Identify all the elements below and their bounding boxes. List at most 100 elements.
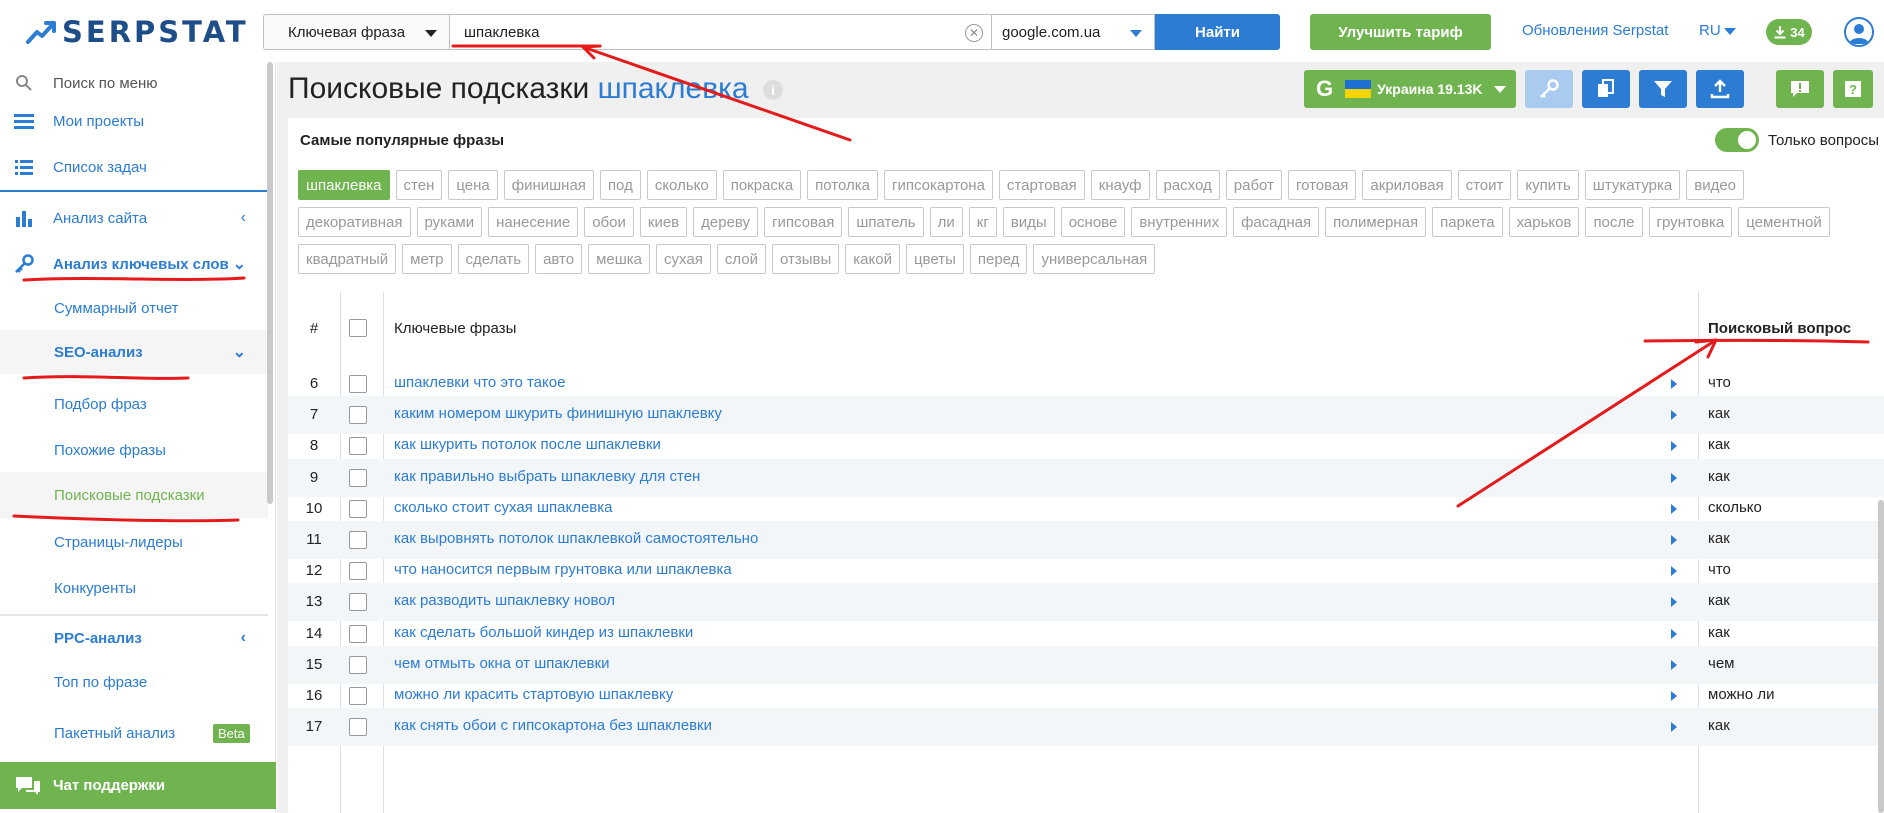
expand-arrow-icon[interactable]	[1671, 441, 1677, 452]
phrase-tag[interactable]: покраска	[722, 170, 802, 200]
row-checkbox[interactable]	[349, 468, 367, 487]
keyword-link[interactable]: как разводить шпаклевку новол	[394, 592, 615, 609]
expand-arrow-icon[interactable]	[1671, 628, 1677, 639]
feedback-button[interactable]	[1776, 70, 1824, 108]
sidebar-item-keyword-analysis[interactable]: Анализ ключевых слов ⌄	[0, 242, 268, 286]
phrase-tag[interactable]: после	[1585, 207, 1643, 237]
phrase-tag[interactable]: авто	[535, 244, 583, 274]
sidebar-item-leader-pages[interactable]: Страницы-лидеры	[54, 534, 183, 551]
phrase-tag[interactable]: сухая	[656, 244, 711, 274]
serpstat-updates-link[interactable]: Обновления Serpstat	[1522, 22, 1668, 39]
region-select-button[interactable]: G Украина 19.13K	[1304, 70, 1516, 108]
keyword-link[interactable]: чем отмыть окна от шпаклевки	[394, 655, 609, 672]
phrase-tag[interactable]: сделать	[457, 244, 530, 274]
phrase-tag[interactable]: расход	[1155, 170, 1220, 200]
phrase-tag[interactable]: работ	[1225, 170, 1282, 200]
sidebar-item-top-by-phrase[interactable]: Топ по фразе	[54, 674, 147, 691]
page-scrollbar[interactable]	[1878, 500, 1884, 813]
info-icon[interactable]: i	[762, 80, 783, 101]
key-button[interactable]	[1525, 70, 1573, 108]
export-button[interactable]	[1696, 70, 1744, 108]
phrase-tag[interactable]: шпаклевка	[298, 170, 390, 200]
row-checkbox[interactable]	[349, 375, 367, 393]
keyword-link[interactable]: сколько стоит сухая шпаклевка	[394, 499, 613, 516]
phrase-tag[interactable]: купить	[1517, 170, 1579, 200]
only-questions-toggle[interactable]	[1715, 128, 1759, 152]
phrase-tag[interactable]: финишная	[503, 170, 594, 200]
search-type-select[interactable]: Ключевая фраза	[263, 14, 450, 50]
phrase-tag[interactable]: гипсовая	[764, 207, 843, 237]
upgrade-plan-button[interactable]: Улучшить тариф	[1310, 14, 1491, 50]
phrase-tag[interactable]: виды	[1002, 207, 1055, 237]
phrase-tag[interactable]: цветы	[905, 244, 964, 274]
row-checkbox[interactable]	[349, 655, 367, 674]
downloads-badge[interactable]: 34	[1766, 19, 1812, 45]
sidebar-item-site-analysis[interactable]: Анализ сайта ‹	[0, 196, 268, 240]
phrase-tag[interactable]: фасадная	[1233, 207, 1320, 237]
help-button[interactable]: ?	[1833, 70, 1873, 108]
sidebar-scrollbar[interactable]	[267, 62, 273, 504]
language-select[interactable]: RU	[1699, 22, 1736, 39]
phrase-tag[interactable]: декоративная	[298, 207, 411, 237]
row-checkbox[interactable]	[349, 406, 367, 425]
phrase-tag[interactable]: перед	[969, 244, 1028, 274]
phrase-tag[interactable]: кг	[968, 207, 997, 237]
sidebar-item-batch-analysis[interactable]: Пакетный анализ Beta	[0, 716, 268, 750]
col-header-num[interactable]: #	[288, 291, 340, 365]
phrase-tag[interactable]: кнауф	[1090, 170, 1150, 200]
phrase-tag[interactable]: обои	[584, 207, 634, 237]
sidebar-item-similar-phrases[interactable]: Похожие фразы	[54, 442, 166, 459]
phrase-tag[interactable]: паркета	[1432, 207, 1503, 237]
sidebar-item-my-projects[interactable]: Мои проекты	[0, 104, 268, 138]
row-checkbox[interactable]	[349, 499, 367, 518]
serpstat-logo[interactable]: SERPSTAT	[26, 15, 252, 49]
phrase-tag[interactable]: отзывы	[771, 244, 840, 274]
keyword-link[interactable]: как снять обои с гипсокартона без шпакле…	[394, 717, 712, 734]
sidebar-item-ppc-analysis[interactable]: PPC-анализ ‹	[0, 616, 268, 660]
expand-arrow-icon[interactable]	[1671, 722, 1677, 733]
sidebar-item-phrase-selection[interactable]: Подбор фраз	[54, 396, 147, 413]
phrase-tag[interactable]: киев	[639, 207, 688, 237]
keyword-link[interactable]: как правильно выбрать шпаклевку для стен	[394, 468, 700, 485]
expand-arrow-icon[interactable]	[1671, 659, 1677, 670]
phrase-tag[interactable]: грунтовка	[1648, 207, 1733, 237]
phrase-tag[interactable]: дереву	[693, 207, 759, 237]
sidebar-item-task-list[interactable]: Список задач	[0, 150, 268, 184]
row-checkbox[interactable]	[349, 437, 367, 456]
user-avatar-icon[interactable]	[1844, 17, 1874, 47]
expand-arrow-icon[interactable]	[1671, 410, 1677, 421]
keyword-link[interactable]: шпаклевки что это такое	[394, 374, 565, 391]
keyword-link[interactable]: как шкурить потолок после шпаклевки	[394, 436, 661, 453]
sidebar-item-seo-analysis[interactable]: SEO-анализ ⌄	[0, 330, 268, 374]
phrase-tag[interactable]: готовая	[1287, 170, 1357, 200]
expand-arrow-icon[interactable]	[1671, 535, 1677, 545]
row-checkbox[interactable]	[349, 531, 367, 549]
phrase-tag[interactable]: сколько	[646, 170, 717, 200]
row-checkbox[interactable]	[349, 562, 367, 581]
phrase-tag[interactable]: мешка	[588, 244, 651, 274]
expand-arrow-icon[interactable]	[1671, 472, 1677, 483]
phrase-tag[interactable]: стоит	[1457, 170, 1512, 200]
filter-button[interactable]	[1639, 70, 1687, 108]
expand-arrow-icon[interactable]	[1671, 566, 1677, 577]
menu-search[interactable]: Поиск по меню	[0, 66, 268, 100]
clear-icon[interactable]: ✕	[965, 24, 983, 42]
phrase-tag[interactable]: ли	[929, 207, 963, 237]
expand-arrow-icon[interactable]	[1671, 503, 1677, 514]
select-all-checkbox[interactable]	[349, 319, 367, 337]
copy-button[interactable]	[1582, 70, 1630, 108]
phrase-tag[interactable]: акриловая	[1362, 170, 1452, 200]
phrase-tag[interactable]: штукатурка	[1584, 170, 1681, 200]
phrase-tag[interactable]: стартовая	[998, 170, 1085, 200]
phrase-tag[interactable]: полимерная	[1325, 207, 1427, 237]
expand-arrow-icon[interactable]	[1671, 691, 1677, 701]
expand-arrow-icon[interactable]	[1671, 597, 1677, 608]
phrase-tag[interactable]: слой	[716, 244, 766, 274]
row-checkbox[interactable]	[349, 624, 367, 643]
phrase-tag[interactable]: основе	[1060, 207, 1126, 237]
search-input[interactable]: шпаклевка ✕	[450, 14, 992, 50]
keyword-link[interactable]: как выровнять потолок шпаклевкой самосто…	[394, 530, 758, 547]
phrase-tag[interactable]: нанесение	[488, 207, 579, 237]
sidebar-item-search-suggestions[interactable]: Поисковые подсказки	[0, 472, 268, 518]
phrase-tag[interactable]: видео	[1686, 170, 1745, 200]
